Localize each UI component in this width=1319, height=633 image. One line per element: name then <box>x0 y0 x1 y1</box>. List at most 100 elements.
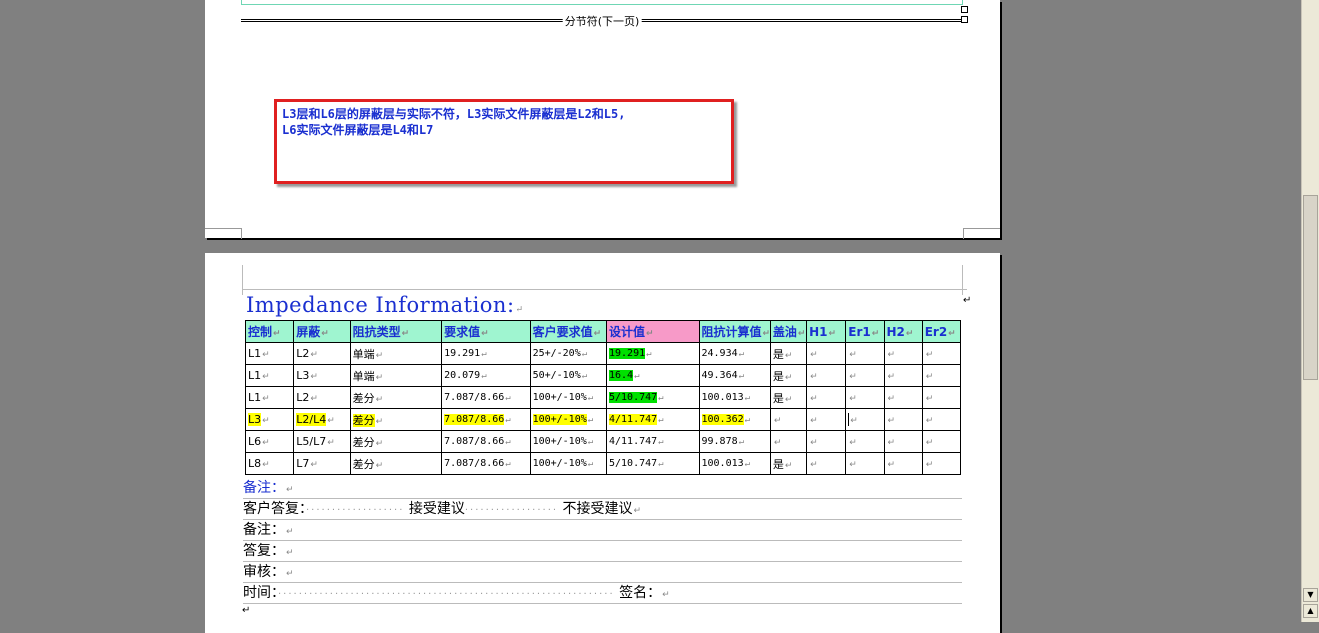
scroll-down-arrow-icon[interactable]: ▼ <box>1303 588 1318 602</box>
header-er1[interactable]: Er1↵ <box>845 320 885 343</box>
table-cell[interactable]: ↵ <box>806 364 847 387</box>
table-cell[interactable]: 4/11.747↵ <box>605 430 700 453</box>
table-cell[interactable]: ↵ <box>806 386 847 409</box>
table-cell[interactable]: ↵ <box>845 364 885 387</box>
remark2-row[interactable]: 备注：↵ <box>243 520 962 541</box>
table-cell[interactable]: ↵ <box>806 430 847 453</box>
header-required-value[interactable]: 要求值↵ <box>441 320 531 343</box>
table-cell[interactable]: ↵ <box>845 430 885 453</box>
table-cell[interactable]: 99.878↵ <box>698 430 771 453</box>
header-er2[interactable]: Er2↵ <box>921 320 962 343</box>
table-cell[interactable]: L5/L7↵ <box>293 430 351 453</box>
table-anchor-handle[interactable] <box>961 6 968 13</box>
comment-textbox[interactable]: L3层和L6层的屏蔽层与实际不符，L3实际文件屏蔽层是L2和L5, L6实际文件… <box>274 99 734 184</box>
table-cell[interactable]: ↵ <box>883 386 923 409</box>
table-cell-cursor[interactable]: ↵ <box>845 408 885 431</box>
table-cell[interactable]: 是↵ <box>769 386 808 409</box>
table-cell[interactable]: 差分↵ <box>349 408 443 431</box>
table-cell[interactable]: ↵ <box>883 408 923 431</box>
table-cell[interactable]: 49.364↵ <box>698 364 771 387</box>
table-cell[interactable]: 5/10.747↵ <box>605 386 700 409</box>
table-cell[interactable]: 差分↵ <box>349 430 443 453</box>
table-cell[interactable]: L2↵ <box>293 342 351 365</box>
header-solder-mask[interactable]: 盖油↵ <box>769 320 808 343</box>
table-cell[interactable]: 差分↵ <box>349 452 443 475</box>
table-cell[interactable]: ↵ <box>883 430 923 453</box>
header-calculated-value[interactable]: 阻抗计算值↵ <box>698 320 771 343</box>
table-cell[interactable]: 7.087/8.66↵ <box>441 452 531 475</box>
table-cell[interactable]: L2↵ <box>293 386 351 409</box>
vertical-scrollbar[interactable]: ▼ ▲ <box>1301 0 1319 622</box>
table-cell[interactable]: 单端↵ <box>349 364 443 387</box>
impedance-table[interactable]: 控制↵ 屏蔽↵ 阻抗类型↵ 要求值↵ 客户要求值↵ 设计值↵ 阻抗计算值↵ 盖油… <box>244 320 962 475</box>
table-cell[interactable]: 是↵ <box>769 452 808 475</box>
table-cell[interactable]: 19.291↵ <box>441 342 531 365</box>
table-cell[interactable]: 100+/-10%↵ <box>529 452 607 475</box>
table-cell[interactable]: 100.013↵ <box>698 386 771 409</box>
remark-row[interactable]: 备注：↵ <box>243 478 962 499</box>
table-cell[interactable]: ↵ <box>921 386 962 409</box>
table-cell[interactable]: L8↵ <box>244 452 295 475</box>
table-cell[interactable]: ↵ <box>769 430 808 453</box>
table-cell[interactable]: 是↵ <box>769 364 808 387</box>
table-cell[interactable]: 100.362↵ <box>698 408 771 431</box>
header-control[interactable]: 控制↵ <box>244 320 295 343</box>
table-cell[interactable]: L2/L4↵ <box>293 408 351 431</box>
previous-page-icon[interactable]: ▲ <box>1303 604 1318 618</box>
table-cell[interactable]: 100+/-10%↵ <box>529 408 607 431</box>
table-cell[interactable]: ↵ <box>883 364 923 387</box>
table-cell[interactable]: ↵ <box>921 342 962 365</box>
table-cell[interactable]: 19.291↵ <box>605 342 700 365</box>
review-row[interactable]: 审核：↵ <box>243 562 962 583</box>
header-h2[interactable]: H2↵ <box>883 320 923 343</box>
customer-reply-row[interactable]: 客户答复：··················· 接受建议···········… <box>243 499 962 520</box>
table-cell[interactable]: 5/10.747↵ <box>605 452 700 475</box>
table-cell[interactable]: ↵ <box>806 342 847 365</box>
table-cell[interactable]: ↵ <box>769 408 808 431</box>
table-cell[interactable]: ↵ <box>883 342 923 365</box>
table-cell[interactable]: L1↵ <box>244 364 295 387</box>
table-cell[interactable]: 24.934↵ <box>698 342 771 365</box>
table-cell[interactable]: 100.013↵ <box>698 452 771 475</box>
header-h1[interactable]: H1↵ <box>806 320 847 343</box>
table-cell[interactable]: 20.079↵ <box>441 364 531 387</box>
header-design-value[interactable]: 设计值↵ <box>605 320 700 343</box>
table-cell[interactable]: ↵ <box>883 452 923 475</box>
table-cell[interactable]: 100+/-10%↵ <box>529 386 607 409</box>
table-cell[interactable]: 7.087/8.66↵ <box>441 430 531 453</box>
header-customer-required[interactable]: 客户要求值↵ <box>529 320 607 343</box>
table-cell[interactable]: 25+/-20%↵ <box>529 342 607 365</box>
table-resize-handle[interactable] <box>961 16 968 23</box>
table-cell[interactable]: 50+/-10%↵ <box>529 364 607 387</box>
table-cell[interactable]: 4/11.747↵ <box>605 408 700 431</box>
table-cell[interactable]: L1↵ <box>244 342 295 365</box>
table-cell[interactable]: L7↵ <box>293 452 351 475</box>
accept-suggestion-option[interactable]: 接受建议 <box>409 501 465 517</box>
table-cell[interactable]: ↵ <box>845 386 885 409</box>
table-cell[interactable]: ↵ <box>921 408 962 431</box>
table-cell[interactable]: 单端↵ <box>349 342 443 365</box>
table-cell[interactable]: 差分↵ <box>349 386 443 409</box>
impedance-title[interactable]: Impedance Information:↵ <box>246 293 524 317</box>
table-cell[interactable]: L6↵ <box>244 430 295 453</box>
header-shield[interactable]: 屏蔽↵ <box>293 320 351 343</box>
table-cell[interactable]: ↵ <box>806 408 847 431</box>
table-cell[interactable]: L3↵ <box>244 408 295 431</box>
reply-row[interactable]: 答复：↵ <box>243 541 962 562</box>
table-cell[interactable]: 100+/-10%↵ <box>529 430 607 453</box>
table-cell[interactable]: ↵ <box>845 342 885 365</box>
table-cell[interactable]: 7.087/8.66↵ <box>441 386 531 409</box>
table-cell[interactable]: L3↵ <box>293 364 351 387</box>
scrollbar-thumb[interactable] <box>1303 195 1318 380</box>
header-impedance-type[interactable]: 阻抗类型↵ <box>349 320 443 343</box>
table-cell[interactable]: ↵ <box>845 452 885 475</box>
table-cell[interactable]: ↵ <box>921 430 962 453</box>
table-cell[interactable]: 16.4↵ <box>605 364 700 387</box>
table-cell[interactable]: L1↵ <box>244 386 295 409</box>
table-cell[interactable]: 7.087/8.66↵ <box>441 408 531 431</box>
reject-suggestion-option[interactable]: 不接受建议 <box>563 501 633 517</box>
table-cell[interactable]: 是↵ <box>769 342 808 365</box>
table-cell[interactable]: ↵ <box>921 364 962 387</box>
time-sign-row[interactable]: 时间：·····································… <box>243 583 962 604</box>
table-cell[interactable]: ↵ <box>921 452 962 475</box>
